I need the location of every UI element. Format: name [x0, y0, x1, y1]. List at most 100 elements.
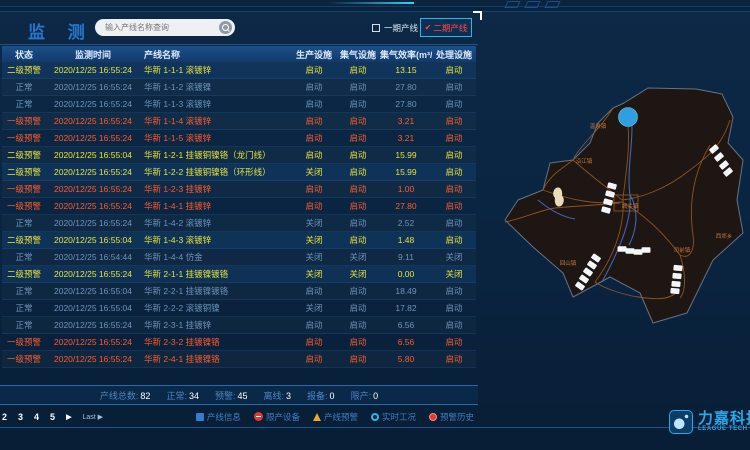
map-enterprise-marker[interactable] [634, 249, 643, 255]
legend-item-info[interactable]: 产线信息 [196, 411, 241, 423]
cell: 启动 [432, 115, 476, 127]
table-row[interactable]: 一级预警2020/12/25 16:55:24华新 1-4-1 挂镀锌启动启动2… [2, 198, 476, 215]
last-page-button[interactable]: Last ▶ [82, 413, 103, 421]
table-row[interactable]: 正常2020/12/25 16:55:24华新 1-1-2 滚镀镍启动启动27.… [2, 79, 476, 96]
phase1-label: 一期产线 [384, 22, 418, 34]
table-row[interactable]: 正常2020/12/25 16:55:04华新 2-2-2 滚镀铜镍关闭启动17… [2, 300, 476, 317]
hist-icon [429, 413, 437, 421]
map-place-label: 城关镇 [622, 202, 639, 210]
cell: 启动 [432, 336, 476, 348]
cell: 2020/12/25 16:54:44 [46, 252, 140, 262]
stat-item: 离线:3 [264, 389, 292, 402]
table-body: 二级预警2020/12/25 16:55:24华新 1-1-1 滚镀锌启动启动1… [2, 62, 476, 368]
cell: 27.80 [380, 82, 432, 92]
cell: 启动 [292, 285, 336, 297]
table-row[interactable]: 一级预警2020/12/25 16:55:24华新 1-1-4 滚镀锌启动启动3… [2, 113, 476, 130]
cell: 启动 [432, 132, 476, 144]
cell: 启动 [336, 353, 380, 365]
cell: 启动 [336, 217, 380, 229]
stat-item: 预警:45 [215, 389, 248, 402]
page-button[interactable]: 5 [50, 412, 55, 422]
cell: 华新 1-4-2 滚镀锌 [140, 217, 292, 229]
phase1-checkbox[interactable] [372, 24, 380, 32]
map-alert-circle-marker[interactable] [619, 108, 638, 127]
cell: 2020/12/25 16:55:04 [46, 286, 140, 296]
table-row[interactable]: 二级预警2020/12/25 16:55:04华新 1-4-3 滚镀锌关闭启动1… [2, 232, 476, 249]
map-enterprise-marker[interactable] [670, 288, 679, 294]
decor-squares [506, 1, 559, 8]
table-row[interactable]: 二级预警2020/12/25 16:55:24华新 2-1-1 挂镀镍镀铬关闭关… [2, 266, 476, 283]
table-row[interactable]: 正常2020/12/25 16:54:44华新 1-4-4 仿金关闭关闭9.11… [2, 249, 476, 266]
table-row[interactable]: 一级预警2020/12/25 16:55:24华新 2-3-2 挂镀镍铬启动启动… [2, 334, 476, 351]
cell: 1.48 [380, 235, 432, 245]
map-enterprise-marker[interactable] [673, 265, 682, 271]
cell: 27.80 [380, 99, 432, 109]
cell: 关闭 [336, 268, 380, 280]
brand-name-cn: 力嘉科技 [698, 412, 750, 426]
cell: 华新 2-2-2 滚镀铜镍 [140, 302, 292, 314]
cell: 正常 [2, 285, 46, 297]
stat-value: 34 [189, 391, 199, 401]
pagination: 2 3 4 5 ▶ Last ▶ [2, 407, 103, 426]
cell: 关闭 [292, 302, 336, 314]
cell: 华新 1-4-4 仿金 [140, 251, 292, 263]
brand-name-en: LEAGUE TECH [698, 426, 750, 432]
stat-item: 报备:0 [307, 389, 335, 402]
cell: 启动 [292, 336, 336, 348]
legend-item-tri[interactable]: 产线预警 [313, 411, 358, 423]
cell: 2020/12/25 16:55:24 [46, 167, 140, 177]
table-row[interactable]: 正常2020/12/25 16:55:04华新 2-2-1 挂镀镍镀铬启动启动1… [2, 283, 476, 300]
map-enterprise-marker[interactable] [642, 247, 651, 253]
page-button[interactable]: 2 [2, 412, 7, 422]
stat-value: 45 [237, 391, 247, 401]
cell: 华新 1-4-1 挂镀锌 [140, 200, 292, 212]
phase1-checkbox-group[interactable]: 一期产线 [372, 22, 418, 34]
map-svg[interactable]: 温泉镇沿江镇城关镇西郊乡司前镇回山镇 [478, 48, 750, 340]
table-row[interactable]: 一级预警2020/12/25 16:55:24华新 1-1-5 滚镀锌启动启动3… [2, 130, 476, 147]
table-row[interactable]: 二级预警2020/12/25 16:55:04华新 1-2-1 挂镀铜镍铬（龙门… [2, 147, 476, 164]
cell: 2020/12/25 16:55:24 [46, 218, 140, 228]
cell: 正常 [2, 217, 46, 229]
table-row[interactable]: 正常2020/12/25 16:55:24华新 2-3-1 挂镀锌启动启动6.5… [2, 317, 476, 334]
table-row[interactable]: 正常2020/12/25 16:55:24华新 1-4-2 滚镀锌关闭启动2.5… [2, 215, 476, 232]
search-input[interactable] [105, 23, 219, 32]
legend-item-hist[interactable]: 预警历史 [429, 411, 474, 423]
stat-label: 限产: [351, 391, 372, 401]
map-enterprise-marker[interactable] [618, 246, 627, 252]
table-row[interactable]: 一级预警2020/12/25 16:55:24华新 1-2-3 挂镀锌启动启动1… [2, 181, 476, 198]
cell: 正常 [2, 251, 46, 263]
legend-item-rt[interactable]: 实时工况 [371, 411, 416, 423]
cell: 华新 1-1-5 滚镀锌 [140, 132, 292, 144]
page-button[interactable]: 3 [18, 412, 23, 422]
map-enterprise-marker[interactable] [672, 273, 681, 279]
column-header: 监测时间 [46, 48, 140, 61]
cell: 2020/12/25 16:55:24 [46, 65, 140, 75]
search-icon[interactable] [219, 21, 232, 34]
cell: 启动 [292, 115, 336, 127]
district-map[interactable]: 温泉镇沿江镇城关镇西郊乡司前镇回山镇 [478, 48, 750, 340]
table-row[interactable]: 二级预警2020/12/25 16:55:24华新 1-2-2 挂镀铜镍铬（环形… [2, 164, 476, 181]
league-tech-logo-icon [669, 410, 693, 434]
table-row[interactable]: 正常2020/12/25 16:55:24华新 1-1-3 滚镀锌启动启动27.… [2, 96, 476, 113]
page-button[interactable]: 4 [34, 412, 39, 422]
next-page-button[interactable]: ▶ [66, 413, 71, 421]
cell: 关闭 [432, 268, 476, 280]
cell: 正常 [2, 98, 46, 110]
cell: 启动 [336, 81, 380, 93]
cell: 启动 [292, 64, 336, 76]
table-row[interactable]: 一级预警2020/12/25 16:55:24华新 2-4-1 挂镀镍铬启动启动… [2, 351, 476, 368]
cell: 17.82 [380, 303, 432, 313]
column-header: 状态 [2, 48, 46, 61]
legend-item-stop[interactable]: 限产设备 [254, 411, 300, 423]
cell: 启动 [432, 149, 476, 161]
cell: 二级预警 [2, 268, 46, 280]
cell: 2020/12/25 16:55:24 [46, 201, 140, 211]
phase2-button[interactable]: ✔ 二期产线 [420, 18, 472, 37]
search-box[interactable] [95, 19, 235, 36]
map-enterprise-marker[interactable] [671, 281, 680, 287]
column-header: 产线名称 [140, 48, 292, 61]
table-row[interactable]: 二级预警2020/12/25 16:55:24华新 1-1-1 滚镀锌启动启动1… [2, 62, 476, 79]
map-enterprise-marker[interactable] [626, 248, 635, 254]
cell: 华新 1-1-2 滚镀镍 [140, 81, 292, 93]
cell: 启动 [292, 353, 336, 365]
